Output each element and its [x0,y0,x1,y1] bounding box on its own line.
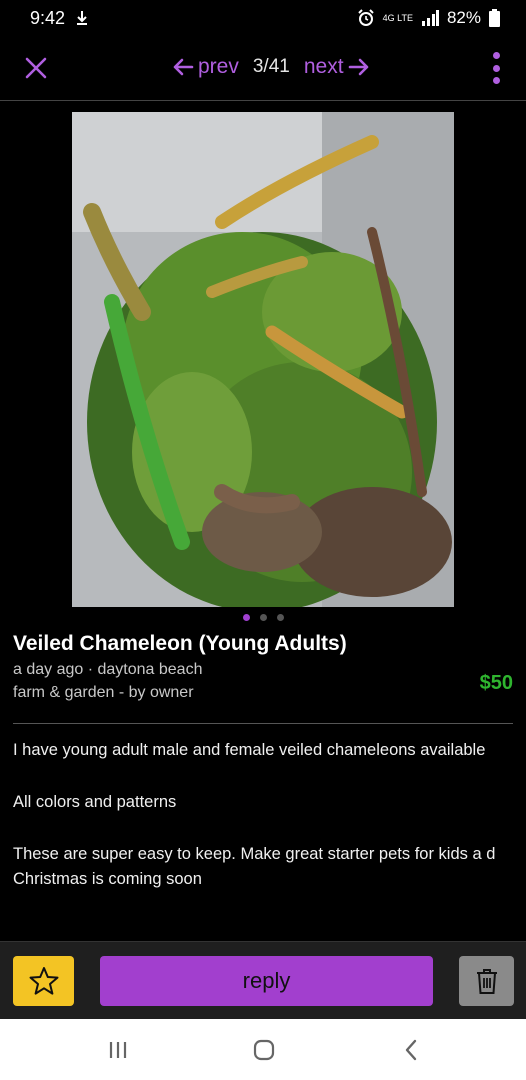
pager: prev 3/41 next [172,50,370,84]
reply-button[interactable]: reply [100,956,433,1006]
more-vertical-icon [492,52,500,59]
listing-posted: a day ago · daytona beach [13,661,203,678]
recents-button[interactable] [103,1035,133,1065]
network-icon: 4G LTE [382,12,413,23]
status-time: 9:42 [30,7,66,28]
listing-photo[interactable] [72,112,454,607]
alarm-icon [357,9,375,27]
listing-title: Veiled Chameleon (Young Adults) [13,632,347,655]
delete-button[interactable] [459,956,514,1006]
signal-icon [421,10,439,26]
status-right: 4G LTE 82% [357,8,500,28]
battery-icon [489,9,500,27]
gallery-dots [0,614,526,621]
page-position: 3/41 [252,56,290,77]
listing-body-paragraph: I have young adult male and female veile… [13,741,486,759]
menu-dot [492,77,500,84]
home-icon [253,1039,275,1061]
back-icon [405,1039,417,1061]
listing-body: I have young adult male and female veile… [13,738,518,919]
prev-button[interactable]: prev [172,55,239,79]
listing-body-paragraph: All colors and patterns [13,793,177,811]
download-icon [75,10,89,26]
listing-category: farm & garden - by owner [13,684,194,701]
arrow-left-icon [173,58,194,76]
back-button[interactable] [396,1035,426,1065]
menu-dot [492,64,500,72]
android-nav-bar [0,1019,526,1080]
gallery-dot[interactable] [276,614,284,621]
next-button[interactable]: next [304,55,370,79]
battery-percent: 82% [446,8,481,27]
divider [13,723,513,724]
chameleons-image [72,112,454,607]
arrow-right-icon [348,58,368,76]
next-label: next [303,55,344,78]
prev-label: prev [198,55,239,78]
close-icon [25,57,47,79]
listing-price: $50 [479,672,513,694]
star-icon [29,967,58,995]
listing-body-paragraph: These are super easy to keep. Make great… [13,845,496,888]
status-left: 9:42 [30,8,89,29]
recents-icon [109,1042,127,1058]
trash-icon [476,969,497,994]
gallery-dot[interactable] [259,614,267,621]
gallery-dot-active[interactable] [242,614,250,621]
top-nav: prev 3/41 next [0,36,526,101]
more-menu-button[interactable] [488,50,504,86]
home-button[interactable] [249,1035,279,1065]
status-bar: 9:42 4G LTE 82% [0,0,526,36]
favorite-button[interactable] [13,956,74,1006]
action-bar: reply [0,941,526,1019]
close-button[interactable] [20,52,52,84]
